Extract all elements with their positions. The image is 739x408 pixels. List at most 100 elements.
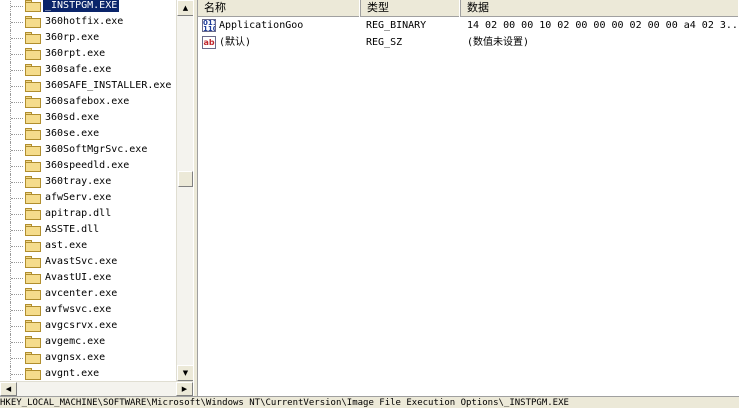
column-header-type[interactable]: 类型 bbox=[361, 0, 461, 17]
tree-branch-line bbox=[11, 86, 23, 87]
tree-branch-line bbox=[11, 294, 23, 295]
tree-item[interactable]: 360tray.exe bbox=[0, 174, 176, 190]
status-bar: HKEY_LOCAL_MACHINE\SOFTWARE\Microsoft\Wi… bbox=[0, 396, 739, 408]
tree-item[interactable]: apitrap.dll bbox=[0, 206, 176, 222]
tree-branch-line bbox=[11, 150, 23, 151]
list-header: 名称 类型 数据 bbox=[198, 0, 739, 17]
tree-item-label: 360se.exe bbox=[45, 128, 100, 139]
tree-item-label: 360safebox.exe bbox=[45, 96, 130, 107]
tree-branch-line bbox=[11, 246, 23, 247]
tree-horizontal-scrollbar[interactable]: ◀ ▶ bbox=[0, 381, 193, 396]
folder-icon bbox=[25, 96, 42, 108]
tree-item-label: 360tray.exe bbox=[45, 176, 112, 187]
tree-item-label: 360SoftMgrSvc.exe bbox=[45, 144, 148, 155]
tree-item[interactable]: avcenter.exe bbox=[0, 286, 176, 302]
tree-item[interactable]: 360SAFE_INSTALLER.exe bbox=[0, 78, 176, 94]
tree-branch-line bbox=[11, 70, 23, 71]
tree-item[interactable]: _INSTPGM.EXE bbox=[0, 0, 176, 14]
tree-branch-line bbox=[11, 342, 23, 343]
tree-item[interactable]: AvastSvc.exe bbox=[0, 254, 176, 270]
tree-branch-line bbox=[11, 22, 23, 23]
folder-icon bbox=[25, 368, 42, 380]
tree-branch-line bbox=[11, 38, 23, 39]
tree-item[interactable]: 360se.exe bbox=[0, 126, 176, 142]
tree-item-label: 360speedld.exe bbox=[45, 160, 130, 171]
registry-key-tree: _INSTPGM.EXE 360hotfix.exe 360rp.exe 360rpt… bbox=[0, 0, 194, 396]
tree-branch-line bbox=[11, 166, 23, 167]
tree-item[interactable]: AvastUI.exe bbox=[0, 270, 176, 286]
folder-icon bbox=[25, 0, 42, 12]
tree-item[interactable]: avgnt.exe bbox=[0, 366, 176, 381]
column-header-name[interactable]: 名称 bbox=[198, 0, 361, 17]
tree-item[interactable]: 360safebox.exe bbox=[0, 94, 176, 110]
scroll-left-button[interactable]: ◀ bbox=[0, 382, 17, 396]
folder-icon bbox=[25, 320, 42, 332]
folder-icon bbox=[25, 352, 42, 364]
tree-guide-line bbox=[10, 0, 11, 14]
tree-item[interactable]: avgcsrvx.exe bbox=[0, 318, 176, 334]
tree-item-label: avgcsrvx.exe bbox=[45, 320, 118, 331]
tree-item[interactable]: 360hotfix.exe bbox=[0, 14, 176, 30]
scroll-right-button[interactable]: ▶ bbox=[176, 382, 193, 396]
scroll-thumb[interactable] bbox=[178, 171, 193, 187]
tree-branch-line bbox=[11, 374, 23, 375]
tree-item[interactable]: 360rp.exe bbox=[0, 30, 176, 46]
list-row[interactable]: ab (默认) REG_SZ (数值未设置) bbox=[198, 35, 739, 51]
tree-item[interactable]: ast.exe bbox=[0, 238, 176, 254]
tree-item[interactable]: 360SoftMgrSvc.exe bbox=[0, 142, 176, 158]
folder-icon bbox=[25, 64, 42, 76]
folder-icon bbox=[25, 192, 42, 204]
tree-branch-line bbox=[11, 262, 23, 263]
folder-icon bbox=[25, 32, 42, 44]
value-data: (数值未设置) bbox=[467, 37, 530, 48]
tree-item-label: avgemc.exe bbox=[45, 336, 106, 347]
tree-list: _INSTPGM.EXE 360hotfix.exe 360rp.exe 360rpt… bbox=[0, 0, 176, 381]
binary-value-icon: 011110 bbox=[202, 19, 216, 32]
tree-item[interactable]: ASSTE.dll bbox=[0, 222, 176, 238]
tree-item[interactable]: 360sd.exe bbox=[0, 110, 176, 126]
tree-item-label: avgnt.exe bbox=[45, 368, 100, 379]
value-name: ApplicationGoo bbox=[219, 20, 304, 31]
folder-icon bbox=[25, 304, 42, 316]
value-type: REG_SZ bbox=[366, 37, 403, 48]
tree-item-label: apitrap.dll bbox=[45, 208, 112, 219]
tree-item-label: 360hotfix.exe bbox=[45, 16, 124, 27]
tree-item[interactable]: avfwsvc.exe bbox=[0, 302, 176, 318]
list-row[interactable]: 011110 ApplicationGoo REG_BINARY 14 02 0… bbox=[198, 18, 739, 34]
tree-branch-line bbox=[11, 278, 23, 279]
tree-branch-line bbox=[11, 102, 23, 103]
tree-item-label: avfwsvc.exe bbox=[45, 304, 112, 315]
folder-icon bbox=[25, 336, 42, 348]
column-header-data[interactable]: 数据 bbox=[461, 0, 739, 17]
folder-icon bbox=[25, 240, 42, 252]
tree-item-label: 360safe.exe bbox=[45, 64, 112, 75]
folder-icon bbox=[25, 160, 42, 172]
folder-icon bbox=[25, 112, 42, 124]
tree-branch-line bbox=[11, 54, 23, 55]
tree-item-label: AvastSvc.exe bbox=[45, 256, 118, 267]
value-type: REG_BINARY bbox=[366, 20, 427, 31]
tree-item[interactable]: avgnsx.exe bbox=[0, 350, 176, 366]
tree-item-label: 360sd.exe bbox=[45, 112, 100, 123]
tree-branch-line bbox=[11, 6, 23, 7]
value-data: 14 02 00 00 10 02 00 00 00 02 00 00 a4 0… bbox=[467, 20, 738, 31]
folder-icon bbox=[25, 80, 42, 92]
registry-value-list: 名称 类型 数据 011110 ApplicationGoo REG_BINAR… bbox=[198, 0, 739, 396]
folder-icon bbox=[25, 128, 42, 140]
tree-item-label: 360rpt.exe bbox=[45, 48, 106, 59]
scroll-up-button[interactable]: ▲ bbox=[177, 0, 194, 16]
status-path: HKEY_LOCAL_MACHINE\SOFTWARE\Microsoft\Wi… bbox=[0, 398, 569, 408]
tree-item-label: ast.exe bbox=[45, 240, 88, 251]
scroll-down-button[interactable]: ▼ bbox=[177, 365, 194, 381]
tree-item[interactable]: 360speedld.exe bbox=[0, 158, 176, 174]
folder-icon bbox=[25, 272, 42, 284]
folder-icon bbox=[25, 256, 42, 268]
tree-branch-line bbox=[11, 134, 23, 135]
tree-branch-line bbox=[11, 182, 23, 183]
tree-vertical-scrollbar[interactable]: ▲ ▼ bbox=[176, 0, 194, 381]
tree-item[interactable]: avgemc.exe bbox=[0, 334, 176, 350]
tree-item[interactable]: 360rpt.exe bbox=[0, 46, 176, 62]
tree-branch-line bbox=[11, 198, 23, 199]
tree-item[interactable]: 360safe.exe bbox=[0, 62, 176, 78]
tree-item[interactable]: afwServ.exe bbox=[0, 190, 176, 206]
